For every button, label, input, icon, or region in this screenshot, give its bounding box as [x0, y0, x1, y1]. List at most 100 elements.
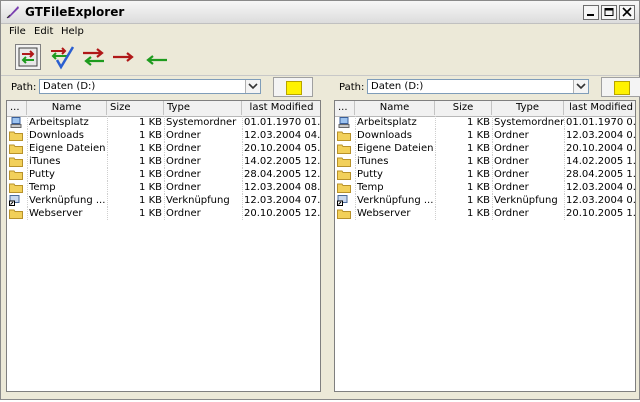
right-path-label: Path:: [339, 82, 365, 93]
column-separator: [107, 129, 108, 142]
column-separator: [492, 207, 493, 220]
file-type: Verknüpfung: [166, 195, 230, 206]
column-separator: [435, 142, 436, 155]
right-path-row: Path: Daten (D:): [331, 77, 640, 99]
file-modified: 20.10.2004 0...: [566, 143, 636, 154]
compare-panes-button[interactable]: [15, 44, 41, 70]
file-size: 1 KB: [139, 143, 162, 154]
table-row[interactable]: Putty 1 KB Ordner 28.04.2005 1...: [335, 168, 635, 181]
compare-panes-icon: [18, 47, 38, 67]
maximize-button[interactable]: [601, 5, 617, 20]
menu-help[interactable]: Help: [61, 26, 84, 37]
file-type: Ordner: [494, 143, 529, 154]
file-type: Ordner: [166, 208, 201, 219]
folder-icon: [337, 130, 351, 141]
folder-icon: [9, 156, 23, 167]
shortcut-icon: [337, 195, 351, 206]
column-separator: [435, 116, 436, 129]
column-separator: [355, 194, 356, 207]
left-path-value: Daten (D:): [43, 81, 96, 92]
left-path-select[interactable]: Daten (D:): [39, 79, 261, 94]
column-separator: [242, 155, 243, 168]
column-header-icon[interactable]: ...: [335, 101, 355, 115]
column-separator: [27, 194, 28, 207]
file-size: 1 KB: [139, 117, 162, 128]
table-row[interactable]: Verknüpfung ... 1 KB Verknüpfung 12.03.2004…: [7, 194, 320, 207]
file-name: Webserver: [357, 208, 411, 219]
folder-icon: [9, 208, 23, 219]
column-separator: [242, 129, 243, 142]
file-modified: 28.04.2005 12...: [244, 169, 321, 180]
left-go-button[interactable]: [273, 77, 313, 97]
table-row[interactable]: Temp 1 KB Ordner 12.03.2004 08...: [7, 181, 320, 194]
column-header-modified[interactable]: last Modified: [242, 101, 320, 115]
column-separator: [435, 207, 436, 220]
right-go-button[interactable]: [601, 77, 640, 97]
title-bar[interactable]: GTFileExplorer: [1, 1, 639, 24]
folder-icon: [337, 208, 351, 219]
file-size: 1 KB: [467, 143, 490, 154]
file-size: 1 KB: [139, 156, 162, 167]
column-separator: [164, 207, 165, 220]
chevron-down-icon[interactable]: [573, 80, 588, 93]
column-separator: [435, 181, 436, 194]
column-header-name[interactable]: Name: [355, 101, 435, 115]
table-row[interactable]: Putty 1 KB Ordner 28.04.2005 12...: [7, 168, 321, 181]
folder-icon: [9, 182, 23, 193]
table-row[interactable]: Temp 1 KB Ordner 12.03.2004 0...: [335, 181, 636, 194]
left-file-list[interactable]: ... Name Size Type last Modified Arbeits…: [6, 100, 321, 392]
column-separator: [27, 168, 28, 181]
table-row[interactable]: Eigene Dateien 1 KB Ordner 20.10.2004 05...: [7, 142, 321, 155]
table-row[interactable]: Arbeitsplatz 1 KB Systemordner 01.01.1970 0…: [335, 116, 635, 129]
column-header-icon[interactable]: ...: [7, 101, 27, 115]
right-path-select[interactable]: Daten (D:): [367, 79, 589, 94]
file-modified: 20.10.2004 05...: [244, 143, 321, 154]
sync-check-button[interactable]: [49, 44, 75, 70]
table-row[interactable]: Downloads 1 KB Ordner 12.03.2004 04...: [7, 129, 320, 142]
file-type: Ordner: [166, 143, 201, 154]
right-file-list[interactable]: ... Name Size Type last Modified Arbeits…: [334, 100, 636, 392]
table-row[interactable]: Webserver 1 KB Ordner 20.10.2005 1...: [335, 207, 635, 220]
menu-edit[interactable]: Edit: [34, 26, 53, 37]
folder-icon: [337, 169, 351, 180]
column-separator: [164, 155, 165, 168]
copy-left-button[interactable]: [143, 44, 169, 70]
sync-both-button[interactable]: [81, 44, 107, 70]
column-header-size[interactable]: Size: [107, 101, 164, 115]
column-separator: [355, 207, 356, 220]
shortcut-icon: [9, 195, 23, 206]
column-header-type[interactable]: Type: [164, 101, 242, 115]
column-header-name[interactable]: Name: [27, 101, 107, 115]
table-row[interactable]: iTunes 1 KB Ordner 14.02.2005 12...: [7, 155, 320, 168]
table-row[interactable]: Eigene Dateien 1 KB Ordner 20.10.2004 0...: [335, 142, 636, 155]
column-separator: [564, 129, 565, 142]
file-type: Systemordner: [166, 117, 237, 128]
table-row[interactable]: Verknüpfung ... 1 KB Verknüpfung 12.03.2004…: [335, 194, 635, 207]
file-modified: 12.03.2004 0...: [566, 182, 636, 193]
column-separator: [564, 116, 565, 129]
column-separator: [242, 142, 243, 155]
table-row[interactable]: iTunes 1 KB Ordner 14.02.2005 1...: [335, 155, 635, 168]
chevron-down-icon[interactable]: [245, 80, 260, 93]
column-separator: [242, 168, 243, 181]
table-row[interactable]: Downloads 1 KB Ordner 12.03.2004 0...: [335, 129, 635, 142]
menu-file[interactable]: File: [9, 26, 26, 37]
column-separator: [355, 116, 356, 129]
close-button[interactable]: [619, 5, 635, 20]
column-header-modified[interactable]: last Modified: [564, 101, 635, 115]
column-header-type[interactable]: Type: [492, 101, 564, 115]
column-separator: [355, 181, 356, 194]
table-row[interactable]: Webserver 1 KB Ordner 20.10.2005 12...: [7, 207, 320, 220]
column-separator: [107, 142, 108, 155]
column-separator: [27, 181, 28, 194]
column-header-size[interactable]: Size: [435, 101, 492, 115]
column-separator: [492, 142, 493, 155]
feather-pen-icon: [5, 4, 21, 20]
minimize-button[interactable]: [583, 5, 599, 20]
copy-right-button[interactable]: [111, 44, 137, 70]
column-separator: [27, 129, 28, 142]
column-separator: [27, 155, 28, 168]
file-modified: 01.01.1970 01...: [244, 117, 321, 128]
file-size: 1 KB: [139, 208, 162, 219]
table-row[interactable]: Arbeitsplatz 1 KB Systemordner 01.01.1970 0…: [7, 116, 321, 129]
